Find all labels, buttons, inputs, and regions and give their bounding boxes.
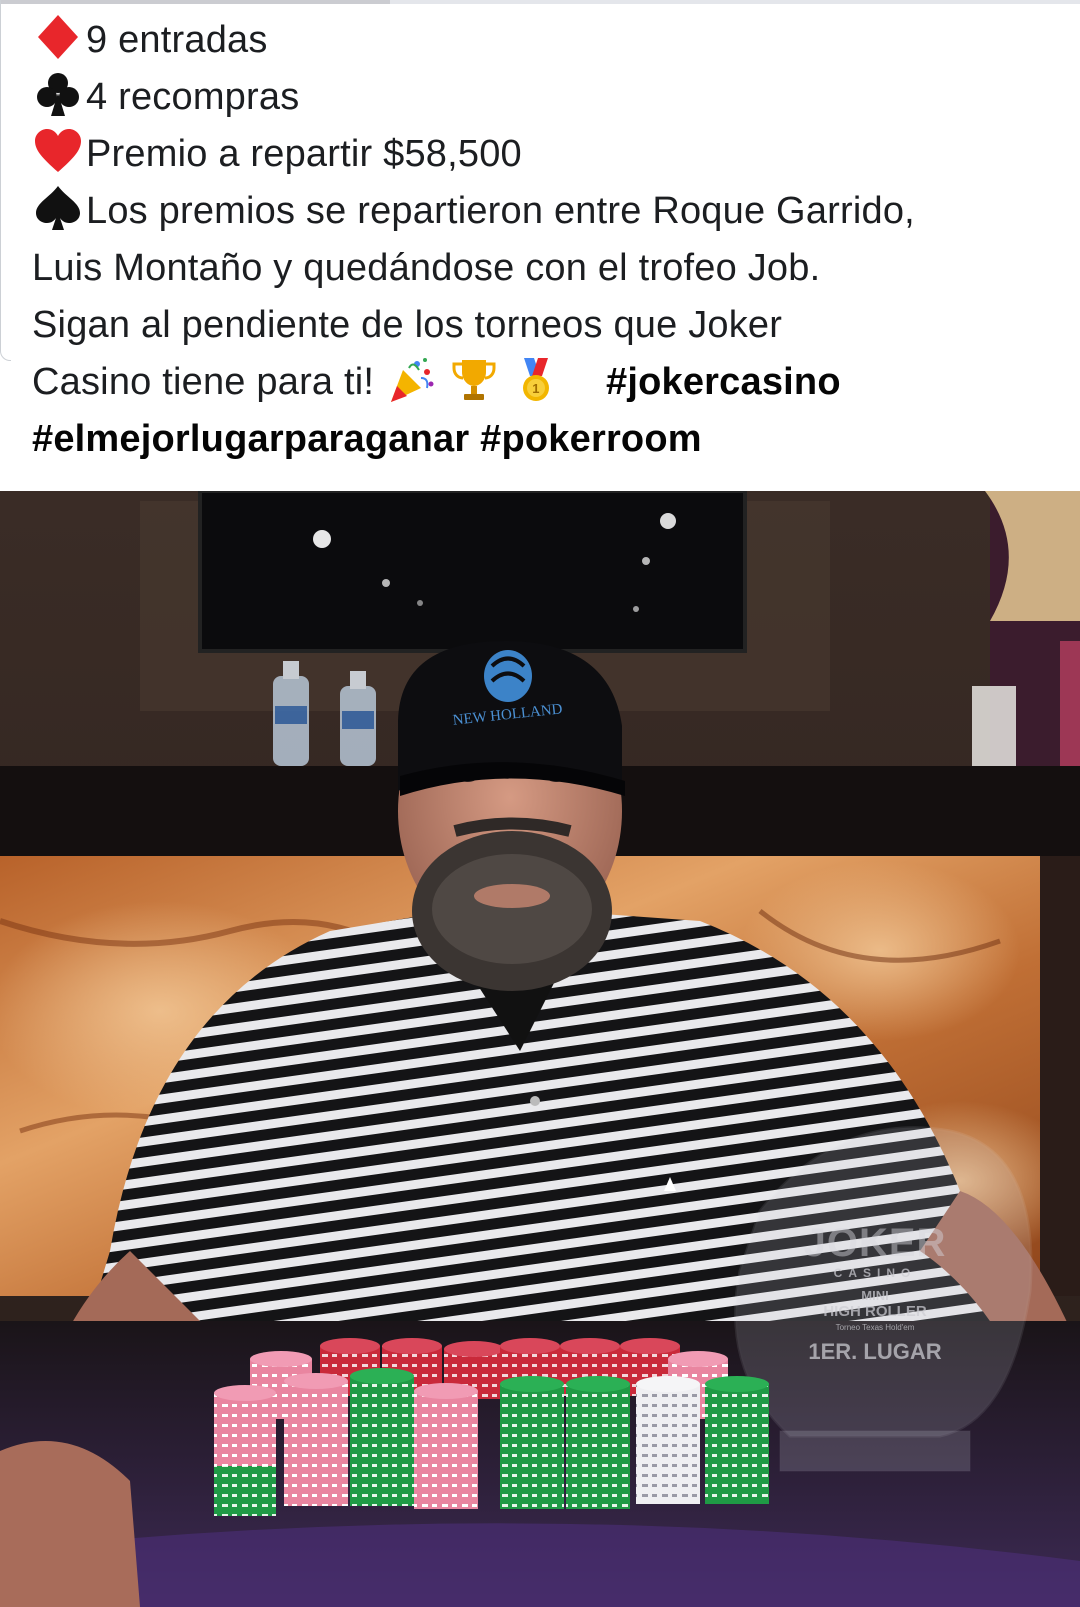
post-card-border [0,0,11,361]
svg-text:1: 1 [533,381,540,396]
entries-text: 9 entradas [86,19,268,61]
club-suit-icon [37,73,79,116]
entries-line: 9 entradas [32,12,1062,69]
prize-text: Premio a repartir $58,500 [86,133,522,175]
top-divider [0,0,1080,4]
winners-text: Los premios se repartieron entre Roque G… [86,190,915,232]
heart-suit-icon [35,129,81,172]
trophy-icon [452,360,496,400]
prize-line: Premio a repartir $58,500 [32,126,1062,183]
post-photo[interactable]: NEW HOLLAND JOKER CASINO MINI HIGH ROLLE… [0,491,1080,1607]
first-place-medal-icon: 1 [523,358,550,401]
winners-line: Los premios se repartieron entre Roque G… [32,183,1062,240]
new-holland-logo-icon [484,650,532,702]
cups [972,686,1016,771]
rebuys-text: 4 recompras [86,76,300,118]
hashtag-pokerroom[interactable]: #pokerroom [480,418,702,460]
winners-line-2: Luis Montaño y quedándose con el trofeo … [32,247,821,289]
post-caption: 9 entradas 4 recompras Premio a repartir… [32,12,1062,468]
spade-suit-icon [36,186,80,230]
hashtag-elmejorlugarparaganar[interactable]: #elmejorlugarparaganar [32,418,469,460]
party-popper-icon [390,358,434,402]
follow-line-2: Casino tiene para ti! 1 #jokercasino [32,354,1062,411]
follow-line-2-text: Casino tiene para ti! [32,361,375,403]
follow-line: Sigan al pendiente de los torneos que Jo… [32,304,783,346]
trophy-brand-sub: CASINO [833,1266,917,1280]
trophy-line-3: Torneo Texas Hold'em [835,1323,915,1332]
hashtags-line: #elmejorlugarparaganar #pokerroom [32,411,1062,468]
trophy-brand: JOKER [803,1221,947,1265]
trophy-line-1: MINI [861,1288,889,1303]
hashtag-jokercasino[interactable]: #jokercasino [606,361,841,403]
photo-illustration: NEW HOLLAND [0,491,1080,1607]
diamond-suit-icon [38,15,78,59]
trophy-line-2: HIGH ROLLER [823,1303,927,1320]
rebuys-line: 4 recompras [32,69,1062,126]
trophy-place: 1ER. LUGAR [808,1339,942,1364]
